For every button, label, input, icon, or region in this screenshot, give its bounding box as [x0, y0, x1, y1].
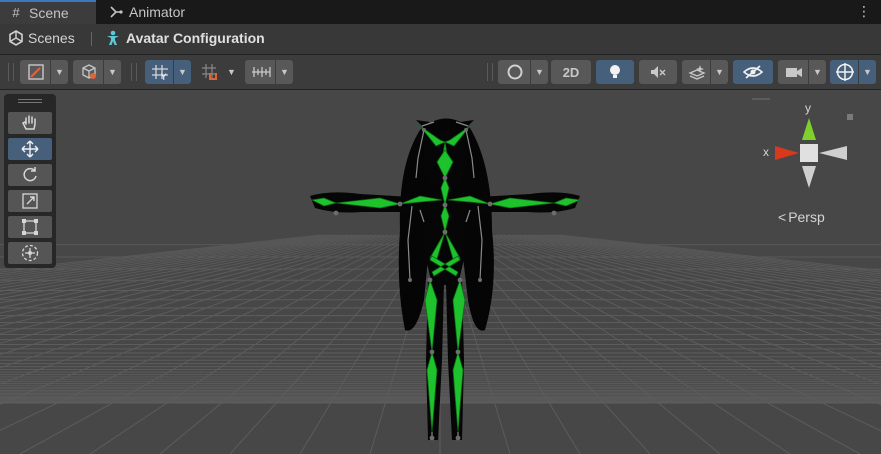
svg-text:Y: Y [160, 73, 167, 81]
snap-settings-button[interactable]: ▼ [245, 60, 293, 84]
toolbar-grip [487, 63, 493, 81]
scene-toolbar: ▼ ▼ Y ▼ ▼ ▼ ▼ 2D ▼ ▼ ▼ [0, 55, 881, 90]
unity-logo-icon [9, 30, 23, 46]
layers-effects-icon [688, 65, 706, 80]
chevron-down-icon: ▼ [858, 60, 876, 84]
breadcrumb-scenes[interactable]: Scenes [8, 30, 75, 46]
scene-visibility-button[interactable] [733, 60, 773, 84]
incremental-snap-button[interactable]: ▼ [196, 60, 240, 84]
projection-label: Persp [788, 209, 825, 225]
gizmo-x-label: x [763, 145, 769, 159]
audio-toggle-button[interactable] [639, 60, 677, 84]
grid-snap-button[interactable]: Y ▼ [145, 60, 191, 84]
grid-icon: # [12, 5, 20, 20]
gizmo-icon [836, 63, 854, 81]
2d-toggle-button[interactable]: 2D [551, 60, 591, 84]
mute-speaker-icon [651, 66, 666, 78]
toolbar-grip [131, 63, 137, 81]
light-bulb-icon [610, 65, 620, 78]
gizmo-drag-handle [752, 98, 770, 100]
breadcrumb-scenes-label: Scenes [28, 30, 75, 46]
breadcrumb-avatar-configuration[interactable]: Avatar Configuration [105, 30, 265, 46]
tab-bar: # Scene Animator ⋮ [0, 0, 881, 24]
hand-icon [21, 115, 36, 130]
snap-magnet-icon [202, 64, 217, 80]
chevron-down-icon: ▼ [50, 60, 68, 84]
chevron-down-icon: ▼ [173, 60, 191, 84]
tab-scene-label: Scene [29, 5, 69, 21]
breadcrumb-avatar-label: Avatar Configuration [126, 30, 265, 46]
gizmo-y-label: y [805, 101, 811, 115]
chevron-down-icon: ▼ [530, 60, 548, 84]
rect-transform-icon [22, 219, 38, 235]
rect-tool-button[interactable] [8, 216, 52, 238]
cube-icon [82, 64, 96, 79]
scene-view-options-button[interactable]: ▼ [498, 60, 548, 84]
draw-mode-button[interactable]: ▼ [20, 60, 68, 84]
chevron-down-icon: ▼ [275, 60, 293, 84]
rotate-icon [23, 167, 37, 182]
rotate-tool-button[interactable] [8, 164, 52, 186]
gizmos-button[interactable]: ▼ [830, 60, 876, 84]
orbit-icon [507, 64, 523, 80]
transform-tool-button[interactable] [8, 242, 52, 264]
scale-icon [22, 193, 38, 209]
chevron-down-icon: ▼ [710, 60, 728, 84]
camera-icon [786, 68, 802, 77]
lighting-toggle-button[interactable] [596, 60, 634, 84]
breadcrumb-separator [91, 32, 92, 46]
transform-icon [21, 244, 39, 262]
grid-y-icon: Y [152, 65, 168, 81]
tools-overlay [4, 94, 56, 268]
scale-tool-button[interactable] [8, 190, 52, 212]
chevron-down-icon: ▼ [103, 60, 121, 84]
scene-camera-button[interactable]: ▼ [778, 60, 826, 84]
effects-button[interactable]: ▼ [682, 60, 728, 84]
eye-slash-icon [742, 65, 764, 79]
2d-label: 2D [562, 64, 580, 80]
more-options-icon[interactable]: ⋮ [857, 3, 871, 20]
ruler-icon [252, 67, 271, 77]
panel-drag-handle[interactable] [18, 99, 42, 103]
projection-toggle[interactable]: < Persp [778, 209, 825, 225]
render-mode-button[interactable]: ▼ [73, 60, 121, 84]
tab-animator[interactable]: Animator [100, 0, 185, 24]
hand-tool-button[interactable] [8, 112, 52, 134]
toolbar-grip [8, 63, 14, 81]
shaded-brush-icon [28, 64, 44, 80]
tab-scene[interactable]: # Scene [0, 0, 96, 24]
gizmo-lock-icon [847, 114, 853, 120]
gizmo-center-cube [800, 144, 818, 162]
chevron-down-icon: ▼ [808, 60, 826, 84]
move-tool-button[interactable] [8, 138, 52, 160]
tab-animator-label: Animator [129, 4, 186, 20]
breadcrumb: Scenes Avatar Configuration [0, 24, 881, 55]
move-arrows-icon [21, 140, 39, 158]
avatar-icon [107, 30, 119, 45]
chevron-down-icon: ▼ [222, 60, 240, 84]
scene-viewport[interactable] [0, 90, 881, 454]
perspective-icon: < [778, 209, 787, 225]
animator-icon [109, 5, 123, 19]
